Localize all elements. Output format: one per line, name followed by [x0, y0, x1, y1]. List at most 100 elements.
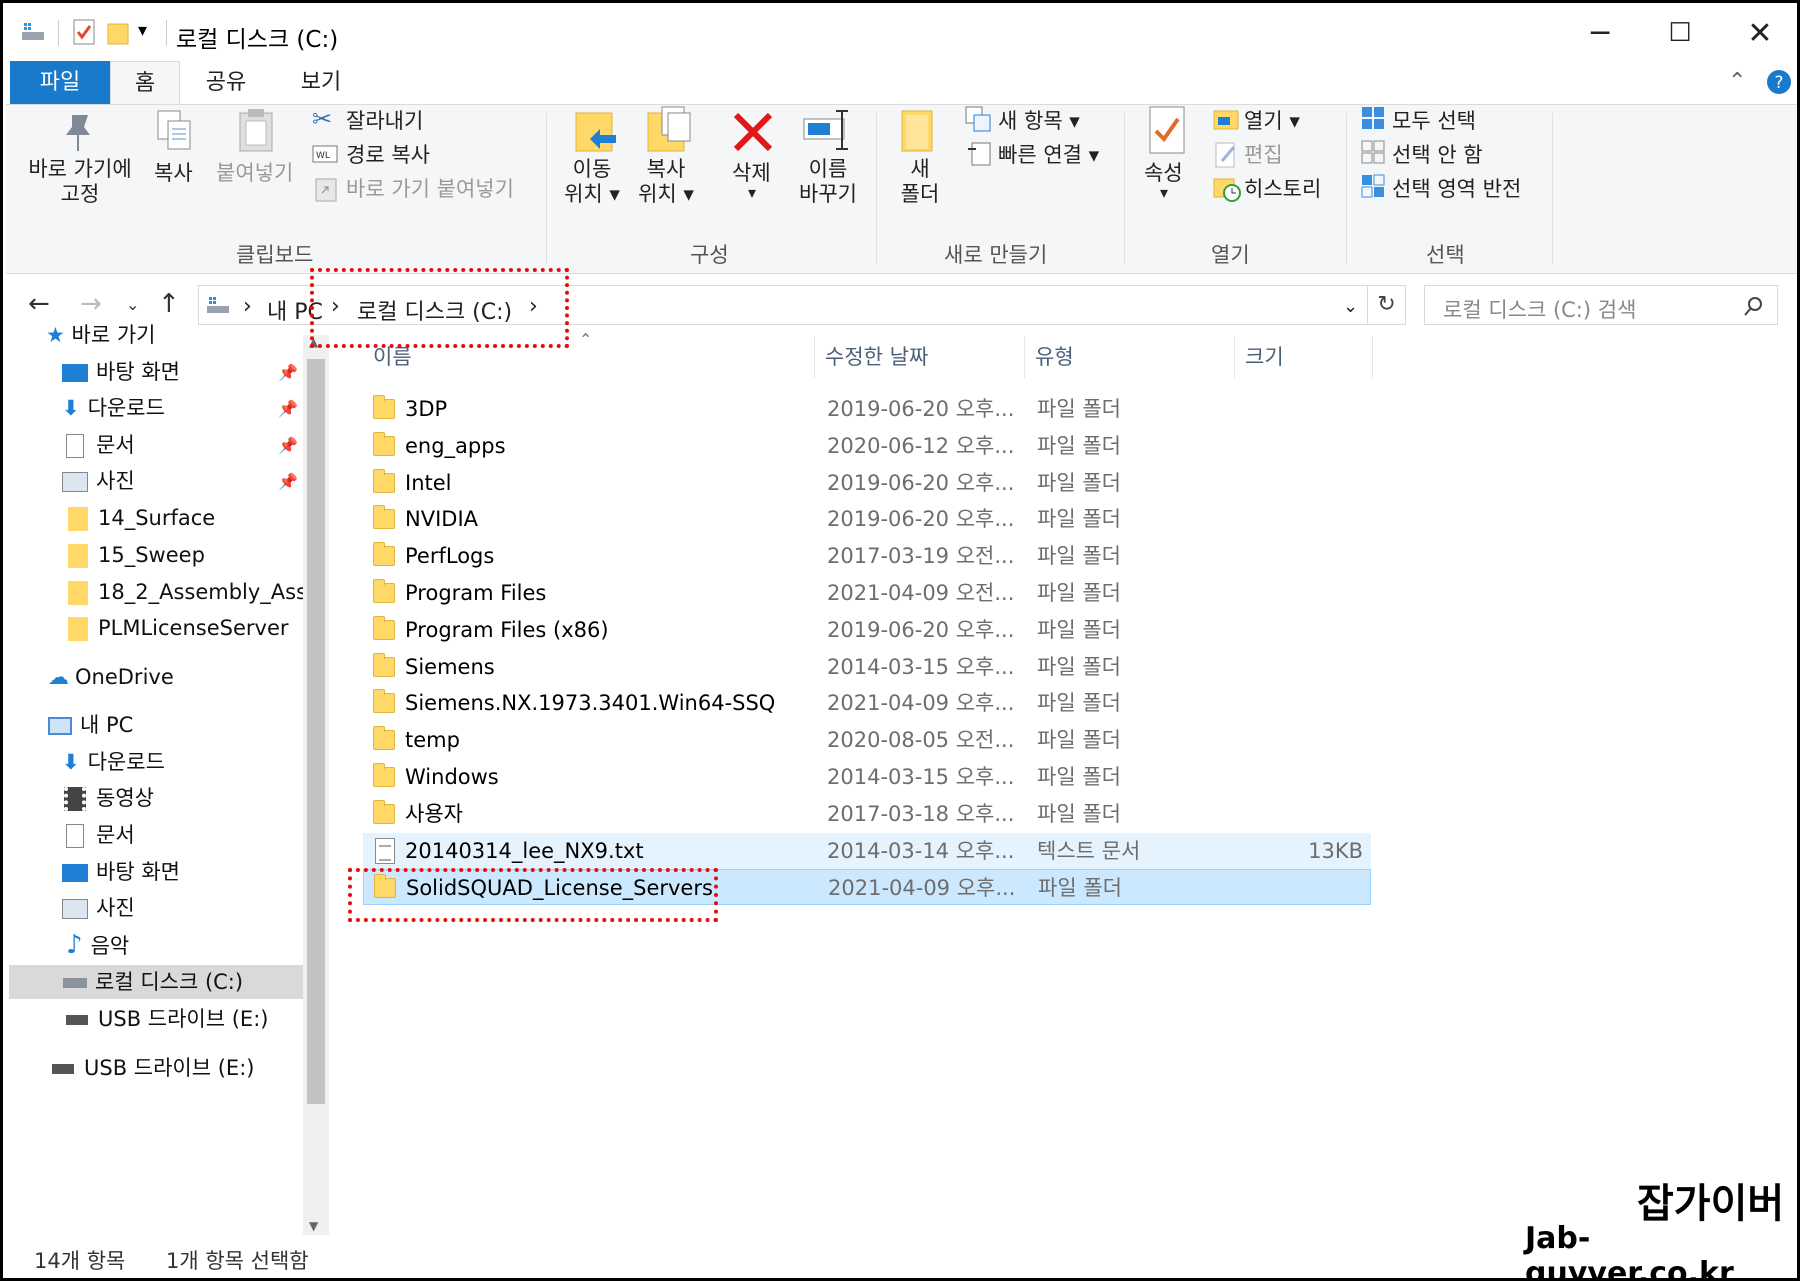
- forward-icon[interactable]: →: [80, 289, 102, 319]
- select-all-button[interactable]: 모두 선택: [1392, 105, 1476, 135]
- new-folder-button[interactable]: 새 폴더: [898, 157, 942, 207]
- delete-dropdown-icon[interactable]: ▾: [748, 183, 756, 202]
- nav-folder-14[interactable]: 14_Surface: [68, 501, 215, 535]
- easy-access-button[interactable]: 빠른 연결 ▾: [998, 139, 1099, 169]
- column-type[interactable]: 유형: [1025, 336, 1235, 378]
- folder-icon: [373, 800, 395, 824]
- file-row[interactable]: 20140314_lee_NX9.txt 2014-03-14 오후... 텍스트 …: [363, 833, 1371, 869]
- nav-pc-desktop[interactable]: 바탕 화면: [62, 855, 180, 889]
- nav-this-pc[interactable]: 내 PC: [48, 708, 133, 742]
- pin-quick-access-button[interactable]: 바로 가기에 고정: [20, 157, 140, 207]
- move-to-button[interactable]: 이동 위치 ▾: [562, 157, 622, 207]
- nav-desktop[interactable]: 바탕 화면: [62, 355, 180, 389]
- search-icon[interactable]: [1743, 295, 1765, 317]
- nav-documents[interactable]: 문서: [66, 428, 135, 462]
- collapse-ribbon-icon[interactable]: ⌃: [1728, 69, 1746, 94]
- back-icon[interactable]: ←: [28, 289, 50, 319]
- nav-pc-music[interactable]: ♪ 음악: [66, 928, 129, 962]
- file-row[interactable]: 사용자 2017-03-18 오후... 파일 폴더: [363, 796, 1371, 832]
- nav-quick-access[interactable]: ★ 바로 가기: [46, 318, 155, 352]
- rename-button[interactable]: 이름 바꾸기: [796, 157, 860, 207]
- properties-dropdown-icon[interactable]: ▾: [1160, 183, 1168, 202]
- edit-button[interactable]: 편집: [1244, 139, 1283, 169]
- nav-onedrive[interactable]: ☁ OneDrive: [48, 660, 174, 694]
- column-date[interactable]: 수정한 날짜: [815, 336, 1025, 378]
- pin-icon[interactable]: 📌: [278, 363, 298, 382]
- easy-access-icon: [968, 142, 991, 166]
- select-none-button[interactable]: 선택 안 함: [1392, 139, 1483, 169]
- file-row[interactable]: Siemens 2014-03-15 오후... 파일 폴더: [363, 649, 1371, 685]
- tab-file[interactable]: 파일: [10, 61, 110, 105]
- folder-icon: [373, 763, 395, 787]
- nav-folder-15[interactable]: 15_Sweep: [68, 538, 205, 572]
- nav-pc-videos[interactable]: 동영상: [64, 781, 154, 815]
- copy-path-button[interactable]: 경로 복사: [346, 139, 430, 169]
- nav-pictures[interactable]: 사진: [62, 464, 135, 498]
- group-clipboard: 클립보드: [236, 243, 314, 267]
- new-folder-qa-icon[interactable]: [106, 18, 130, 46]
- properties-qa-icon[interactable]: [72, 18, 96, 46]
- tab-view[interactable]: 보기: [286, 61, 356, 105]
- nav-local-disk[interactable]: 로컬 디스크 (C:): [9, 965, 304, 999]
- nav-pc-pictures[interactable]: 사진: [62, 891, 135, 925]
- scroll-down-icon[interactable]: ▼: [309, 1219, 318, 1233]
- open-button[interactable]: 열기 ▾: [1244, 105, 1300, 135]
- file-row[interactable]: Program Files 2021-04-09 오전... 파일 폴더: [363, 575, 1371, 611]
- file-name: Intel: [405, 471, 452, 495]
- tab-share[interactable]: 공유: [196, 61, 256, 105]
- up-icon[interactable]: ↑: [158, 289, 180, 319]
- history-button[interactable]: 히스토리: [1244, 173, 1321, 203]
- nav-scrollbar[interactable]: ▲ ▼: [303, 335, 329, 1235]
- tab-home[interactable]: 홈: [110, 61, 180, 106]
- recent-locations-icon[interactable]: ⌄: [126, 295, 139, 314]
- column-size[interactable]: 크기: [1235, 336, 1373, 378]
- file-row[interactable]: temp 2020-08-05 오전... 파일 폴더: [363, 722, 1371, 758]
- file-date: 2019-06-20 오후...: [827, 618, 1015, 642]
- pin-icon[interactable]: 📌: [278, 436, 298, 455]
- watermark-url: Jab-guyver.co.kr: [1525, 1221, 1734, 1281]
- chevron-right-icon[interactable]: ›: [243, 294, 252, 319]
- folder-icon: [373, 616, 395, 640]
- nav-pc-documents[interactable]: 문서: [66, 818, 135, 852]
- nav-folder-18[interactable]: 18_2_Assembly_Assy: [68, 575, 319, 609]
- file-row[interactable]: Program Files (x86) 2019-06-20 오후... 파일 폴더: [363, 612, 1371, 648]
- customize-qa-icon[interactable]: ▾: [138, 20, 147, 41]
- close-button[interactable]: ✕: [1720, 6, 1797, 61]
- maximize-button[interactable]: ☐: [1640, 6, 1720, 61]
- file-row[interactable]: Siemens.NX.1973.3401.Win64-SSQ 2021-04-09…: [363, 685, 1371, 721]
- nav-label: 로컬 디스크 (C:): [95, 970, 244, 994]
- search-box[interactable]: 로컬 디스크 (C:) 검색: [1424, 285, 1778, 325]
- file-row[interactable]: eng_apps 2020-06-12 오후... 파일 폴더: [363, 428, 1371, 464]
- minimize-button[interactable]: ─: [1560, 6, 1640, 61]
- pin-icon[interactable]: 📌: [278, 472, 298, 491]
- file-row[interactable]: Windows 2014-03-15 오후... 파일 폴더: [363, 759, 1371, 795]
- file-row[interactable]: PerfLogs 2017-03-19 오전... 파일 폴더: [363, 538, 1371, 574]
- file-name: 3DP: [405, 397, 448, 421]
- properties-icon: [1149, 106, 1185, 154]
- file-row[interactable]: Intel 2019-06-20 오후... 파일 폴더: [363, 465, 1371, 501]
- copy-to-button[interactable]: 복사 위치 ▾: [634, 157, 698, 207]
- address-dropdown-icon[interactable]: ⌄: [1343, 296, 1358, 317]
- invert-selection-button[interactable]: 선택 영역 반전: [1392, 173, 1521, 203]
- help-icon[interactable]: ?: [1766, 69, 1792, 95]
- document-icon: [66, 824, 84, 848]
- star-icon: ★: [46, 323, 65, 347]
- pin-icon[interactable]: 📌: [278, 399, 298, 418]
- file-date: 2019-06-20 오후...: [827, 471, 1015, 495]
- file-row[interactable]: 3DP 2019-06-20 오후... 파일 폴더: [363, 391, 1371, 427]
- copy-button[interactable]: 복사: [154, 157, 193, 187]
- select-none-icon: [1361, 140, 1385, 164]
- nav-label: 문서: [96, 433, 135, 457]
- paste-button[interactable]: 붙여넣기: [216, 157, 293, 187]
- cut-button[interactable]: 잘라내기: [346, 105, 423, 135]
- scrollbar-thumb[interactable]: [307, 359, 325, 1104]
- file-row[interactable]: NVIDIA 2019-06-20 오후... 파일 폴더: [363, 501, 1371, 537]
- refresh-icon[interactable]: ↻: [1368, 285, 1406, 325]
- nav-pc-downloads[interactable]: ⬇ 다운로드: [62, 745, 165, 779]
- new-item-button[interactable]: 새 항목 ▾: [998, 105, 1080, 135]
- nav-usb-drive-root[interactable]: USB 드라이브 (E:): [52, 1051, 254, 1085]
- nav-usb-drive[interactable]: USB 드라이브 (E:): [66, 1002, 268, 1036]
- paste-shortcut-button[interactable]: 바로 가기 붙여넣기: [346, 173, 514, 203]
- nav-downloads[interactable]: ⬇ 다운로드: [62, 391, 165, 425]
- nav-folder-plm[interactable]: PLMLicenseServer: [68, 611, 289, 645]
